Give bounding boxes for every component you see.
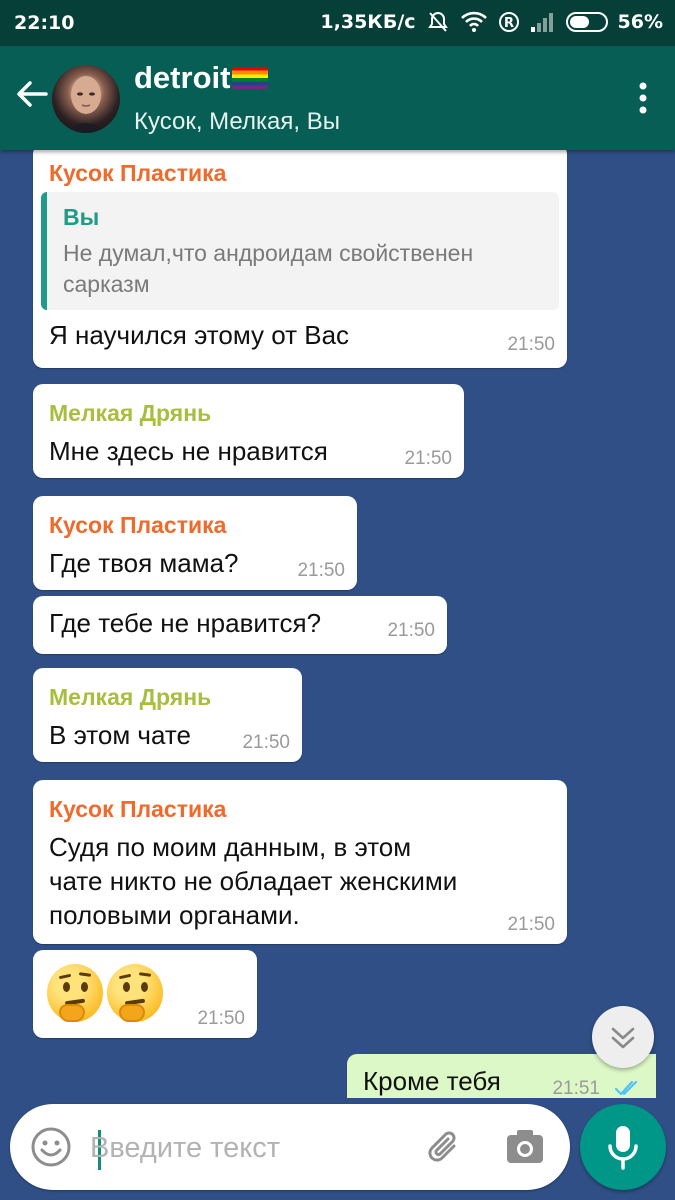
message-text: В этом чате — [49, 720, 191, 750]
message-bubble[interactable]: Мелкая Дрянь В этом чате 21:50 — [33, 668, 302, 762]
microphone-button[interactable] — [580, 1104, 666, 1190]
message-time: 21:51 — [552, 1078, 600, 1098]
message-bubble[interactable]: Кусок Пластика Вы Не думал,что андроидам… — [33, 150, 567, 368]
quoted-message[interactable]: Вы Не думал,что андроидам свойственен са… — [41, 192, 559, 310]
message-bubble[interactable]: Кусок Пластика Где твоя мама? 21:50 — [33, 496, 357, 590]
message-time: 21:50 — [507, 334, 555, 355]
camera-icon[interactable] — [504, 1126, 546, 1168]
emoji-icon[interactable] — [30, 1126, 72, 1168]
battery-icon — [565, 12, 608, 32]
signal-icon — [530, 11, 556, 33]
back-arrow-icon[interactable] — [14, 76, 50, 112]
chat-participants[interactable]: Кусок, Мелкая, Вы — [134, 108, 340, 136]
message-bubble[interactable]: Кусок Пластика Судя по моим данным, в эт… — [33, 780, 567, 944]
avatar[interactable] — [52, 65, 120, 133]
message-text-line: Судя по моим данным, в этом — [49, 832, 412, 862]
message-sender[interactable]: Кусок Пластика — [49, 512, 226, 539]
message-time: 21:50 — [297, 560, 345, 581]
rainbow-flag-icon — [232, 67, 269, 89]
message-time: 21:50 — [387, 620, 435, 641]
message-bubble[interactable]: Мелкая Дрянь Мне здесь не нравится 21:50 — [33, 384, 464, 478]
quoted-text: Не думал,что андроидам свойственен сарка… — [63, 240, 474, 297]
message-bubble[interactable]: 21:50 — [33, 950, 257, 1038]
roaming-r-icon: R — [498, 11, 520, 33]
message-text-line: чате никто не обладает женскими — [49, 866, 458, 896]
overflow-menu-icon[interactable] — [639, 82, 647, 114]
read-double-check-icon — [614, 1078, 644, 1098]
chat-area[interactable]: Кусок Пластика Вы Не думал,что андроидам… — [0, 150, 675, 1098]
chat-title-text: detroit — [134, 60, 231, 95]
message-time: 21:50 — [197, 1008, 245, 1029]
chat-title[interactable]: detroit — [134, 60, 269, 96]
scroll-to-bottom-button[interactable] — [592, 1006, 654, 1068]
thinking-face-emoji — [107, 964, 163, 1022]
message-input[interactable] — [90, 1126, 400, 1170]
input-bar — [0, 1098, 675, 1200]
message-time: 21:50 — [242, 732, 290, 753]
message-input-container[interactable] — [10, 1104, 570, 1190]
microphone-icon — [608, 1126, 638, 1170]
status-right: 1,35КБ/с R 56% — [320, 10, 663, 34]
svg-text:R: R — [504, 16, 514, 31]
message-text: Я научился этому от Вас — [49, 320, 350, 350]
paperclip-icon[interactable] — [424, 1126, 466, 1168]
network-speed: 1,35КБ/с — [320, 11, 416, 33]
message-text: Кроме тебя — [363, 1066, 501, 1096]
alarm-off-icon — [426, 10, 450, 34]
message-sender[interactable]: Кусок Пластика — [49, 796, 226, 823]
message-bubble[interactable]: Где тебе не нравится? 21:50 — [33, 596, 447, 654]
battery-percent: 56% — [617, 11, 663, 33]
status-bar: 22:10 1,35КБ/с R 56% — [0, 0, 675, 46]
message-text-line: половыми органами. — [49, 900, 300, 930]
status-time: 22:10 — [14, 12, 75, 34]
message-sender[interactable]: Мелкая Дрянь — [49, 684, 211, 711]
message-text: Судя по моим данным, в этом чате никто н… — [49, 830, 457, 932]
message-sender[interactable]: Кусок Пластика — [49, 160, 226, 187]
quoted-sender: Вы — [63, 204, 100, 230]
message-text: Мне здесь не нравится — [49, 436, 328, 466]
wifi-icon — [460, 11, 488, 33]
message-time: 21:50 — [507, 914, 555, 935]
message-text: Где тебе не нравится? — [49, 608, 322, 638]
message-sender[interactable]: Мелкая Дрянь — [49, 400, 211, 427]
thinking-face-emoji — [47, 964, 103, 1022]
message-text: Где твоя мама? — [49, 548, 239, 578]
message-time: 21:50 — [404, 448, 452, 469]
double-chevron-down-icon — [611, 1027, 635, 1049]
chat-header: detroit Кусок, Мелкая, Вы — [0, 46, 675, 150]
